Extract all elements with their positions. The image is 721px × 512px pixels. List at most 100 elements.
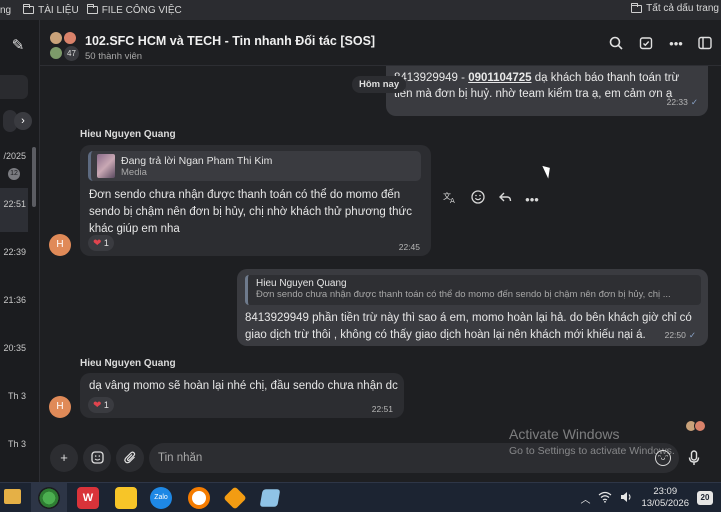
message-actions: 文A ••• <box>435 190 545 210</box>
emoji-icon[interactable]: ᵔᴗᵔ <box>655 450 671 466</box>
chat-title: 102.SFC HCM và TECH - Tin nhanh Đối tác … <box>85 34 376 48</box>
folder-icon <box>86 4 98 14</box>
folder-icon <box>23 4 35 14</box>
reply-media-label: Media <box>121 167 147 178</box>
all-bookmarks-label: Tất cả dấu trang <box>646 3 719 14</box>
group-avatar[interactable]: 47 <box>49 31 79 61</box>
member-count-badge: 47 <box>64 46 79 61</box>
more-icon[interactable]: ••• <box>522 190 542 210</box>
reply-icon[interactable] <box>495 190 515 210</box>
bookmark-label: TÀI LIỆU <box>38 4 79 16</box>
conversation-time: 20:35 <box>3 343 26 353</box>
heart-icon: ❤ <box>93 400 102 411</box>
chat-header: 47 102.SFC HCM và TECH - Tin nhanh Đối t… <box>40 20 721 66</box>
conversation-time: Th 3 <box>7 391 26 401</box>
media-thumbnail <box>97 154 115 178</box>
message-input-container: ᵔᴗᵔ <box>149 443 679 473</box>
bookmark-label: ng <box>0 4 12 16</box>
clock-time: 23:09 <box>653 486 678 497</box>
selected-conversation[interactable] <box>0 188 28 232</box>
reaction-badge[interactable]: ❤ 1 <box>88 235 114 251</box>
sender-name[interactable]: Hieu Nguyen Quang <box>80 358 176 369</box>
sent-check-icon: ✓ <box>688 330 696 340</box>
scrollbar[interactable] <box>32 147 36 207</box>
message-time: 22:33 ✓ <box>666 97 698 107</box>
search-field-partial[interactable] <box>0 75 28 99</box>
bookmark-folder-file-cong-viec[interactable]: FILE CÔNG VIỆC <box>86 4 182 16</box>
avatar[interactable]: H <box>49 396 71 418</box>
reply-preview[interactable]: Đang trả lời Ngan Pham Thi Kim Media <box>88 151 421 181</box>
bookmark-label: FILE CÔNG VIỆC <box>101 4 182 16</box>
folder-icon <box>631 2 643 13</box>
sticker-icon[interactable] <box>83 444 111 472</box>
conversation-time: 21:36 <box>3 295 26 305</box>
translate-icon[interactable]: 文A <box>440 190 460 210</box>
mouse-cursor <box>542 163 554 179</box>
message-time: 22:45 <box>398 242 420 252</box>
seen-avatar <box>694 420 706 432</box>
unread-count-badge: 12 <box>8 168 20 180</box>
clock[interactable]: 23:09 13/05/2026 <box>641 486 689 510</box>
member-avatar <box>63 31 77 45</box>
attachment-icon[interactable] <box>116 444 144 472</box>
sent-check-icon: ✓ <box>690 97 698 107</box>
network-icon[interactable] <box>598 491 612 506</box>
message-composer: + ᵔᴗᵔ <box>40 438 721 482</box>
svg-text:A: A <box>450 197 455 204</box>
add-icon[interactable]: + <box>50 444 78 472</box>
conversation-time: 22:51 <box>3 199 26 209</box>
quoted-message[interactable]: Hieu Nguyen Quang Đơn sendo chưa nhận đư… <box>245 275 701 305</box>
system-tray: ︿ 23:09 13/05/2026 20 <box>580 483 713 512</box>
chevron-up-icon[interactable]: ︿ <box>580 491 590 506</box>
incoming-message[interactable]: dạ vâng momo sẽ hoàn lại nhé chị, đầu se… <box>80 373 404 418</box>
message-input[interactable] <box>158 450 628 466</box>
member-avatar <box>49 46 63 60</box>
chrome-icon[interactable] <box>38 487 60 509</box>
quote-text: Đơn sendo chưa nhận được thanh toán có t… <box>256 289 671 300</box>
outgoing-message[interactable]: Hieu Nguyen Quang Đơn sendo chưa nhận đư… <box>237 269 708 346</box>
member-count[interactable]: 50 thành viên <box>85 51 142 62</box>
windows-taskbar: W Zalo ︿ 23:09 13/05/2026 20 <box>0 482 721 512</box>
compose-icon[interactable]: ✎ <box>10 38 26 54</box>
conversation-list: ✎ › /2025 12 22:51 22:39 21:36 20:35 Th … <box>0 20 40 482</box>
more-icon[interactable]: ••• <box>668 36 684 52</box>
message-text: Đơn sendo chưa nhận được thanh toán có t… <box>89 189 412 235</box>
conversation-time: /2025 <box>3 151 26 161</box>
avatar[interactable]: H <box>49 234 71 256</box>
file-explorer-icon[interactable] <box>4 489 21 504</box>
phone-link[interactable]: 0901104725 <box>468 72 531 84</box>
notification-badge[interactable]: 20 <box>697 491 713 505</box>
conversation-time: 22:39 <box>3 247 26 257</box>
bookmark-item-1[interactable]: ng <box>0 5 11 16</box>
reaction-badge[interactable]: ❤ 1 <box>88 397 114 413</box>
seen-avatars[interactable] <box>685 420 709 434</box>
chevron-right-icon[interactable]: › <box>14 112 32 130</box>
wps-icon[interactable]: W <box>77 487 99 509</box>
app-icon[interactable] <box>259 489 281 507</box>
app-icon[interactable] <box>223 486 247 510</box>
message-text: 8413929949 phần tiền trừ này thì sao á e… <box>245 312 692 341</box>
message-text: dạ vâng momo sẽ hoàn lại nhé chị, đầu se… <box>89 380 398 409</box>
bookmark-folder-tai-lieu[interactable]: TÀI LIỆU <box>23 4 79 16</box>
sender-name[interactable]: Hieu Nguyen Quang <box>80 129 176 140</box>
speaker-icon[interactable] <box>620 491 633 506</box>
emoji-icon[interactable] <box>468 190 488 210</box>
date-separator: Hôm nay <box>352 76 407 93</box>
heart-icon: ❤ <box>93 238 102 249</box>
incoming-message[interactable]: Đang trả lời Ngan Pham Thi Kim Media Đơn… <box>80 145 431 256</box>
reply-label: Đang trả lời Ngan Pham Thi Kim <box>121 155 273 167</box>
quote-sender: Hieu Nguyen Quang <box>256 278 347 289</box>
member-avatar <box>49 31 63 45</box>
message-time: 22:50 ✓ <box>664 330 696 340</box>
app-icon[interactable] <box>188 487 210 509</box>
zalo-icon[interactable]: Zalo <box>150 487 172 509</box>
toggle-sidebar-icon[interactable] <box>697 36 713 52</box>
outgoing-message[interactable]: 8413929949 - 0901104725 dạ khách báo tha… <box>386 66 708 116</box>
message-list: 8413929949 - 0901104725 dạ khách báo tha… <box>40 66 721 438</box>
sticky-notes-icon[interactable] <box>115 487 137 509</box>
microphone-icon[interactable] <box>681 445 707 471</box>
all-bookmarks-button[interactable]: Tất cả dấu trang <box>631 2 719 14</box>
task-icon[interactable] <box>638 36 654 52</box>
search-icon[interactable] <box>608 36 624 52</box>
conversation-time: Th 3 <box>7 439 26 449</box>
